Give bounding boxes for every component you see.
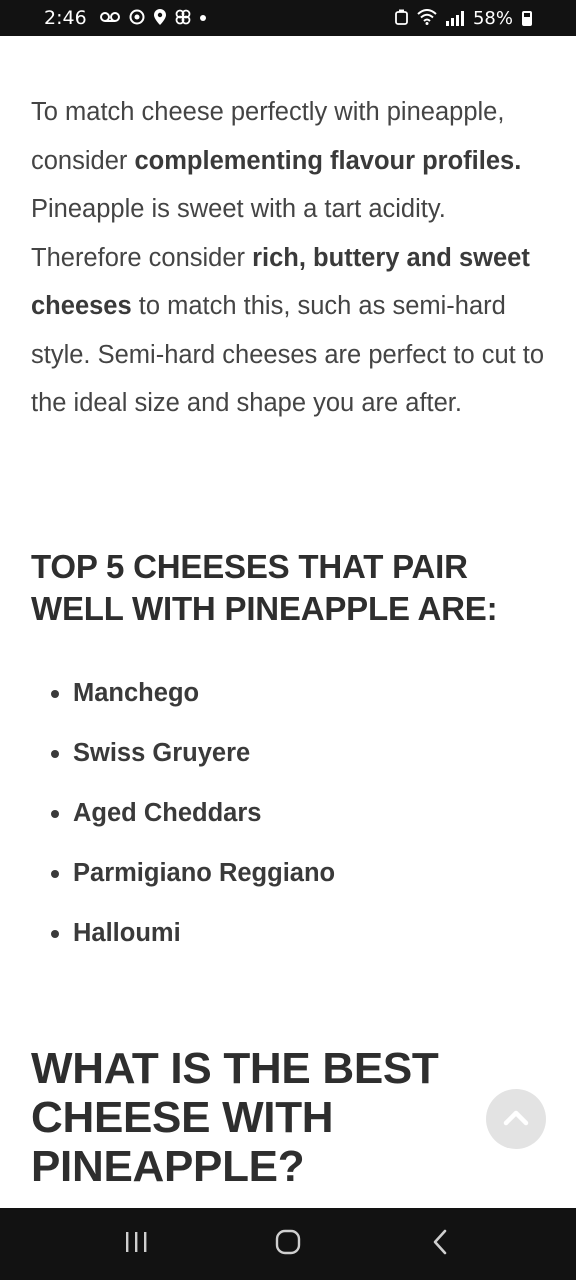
top5-heading: TOP 5 CHEESES THAT PAIR WELL WITH PINEAP… [31,548,498,627]
wifi-icon [417,8,437,28]
article-content: To match cheese perfectly with pineapple… [0,36,576,1208]
status-time: 2:46 [44,7,87,29]
bullet-icon [51,870,59,878]
home-icon [275,1229,301,1260]
sync-icon [129,9,145,28]
voicemail-icon [99,11,120,26]
bullet-icon [51,690,59,698]
fan-icon [175,9,191,28]
list-item: Aged Cheddars [31,792,335,852]
list-item: Manchego [31,672,335,732]
recent-apps-button[interactable] [106,1214,166,1274]
bullet-icon [51,810,59,818]
cheese-name: Aged Cheddars [73,799,262,827]
back-icon [432,1229,448,1260]
home-button[interactable] [258,1214,318,1274]
bullet-icon [51,750,59,758]
list-item: Halloumi [31,912,335,972]
cheese-name: Manchego [73,679,200,707]
intro-paragraph: To match cheese perfectly with pineapple… [31,88,551,428]
scroll-to-top-button[interactable] [486,1089,546,1149]
list-item: Swiss Gruyere [31,732,335,792]
system-nav-bar [0,1208,576,1280]
bullet-icon [51,930,59,938]
notification-dot [199,15,206,21]
list-item: Parmigiano Reggiano [31,852,335,912]
status-left: 2:46 [44,7,206,29]
status-bar: 2:46 58% [0,0,576,36]
cheese-name: Parmigiano Reggiano [73,859,336,887]
recent-apps-icon [124,1231,148,1258]
battery-icon [522,10,532,26]
cheese-list: Manchego Swiss Gruyere Aged Cheddars Par… [31,672,335,972]
battery-percent: 58% [472,7,513,29]
alarm-icon [395,9,408,28]
cheese-name: Swiss Gruyere [73,739,251,767]
cheese-name: Halloumi [73,919,181,947]
back-button[interactable] [410,1214,470,1274]
chevron-up-icon [503,1108,529,1131]
status-right: 58% [395,8,532,29]
best-cheese-heading: WHAT IS THE BEST CHEESE WITH PINEAPPLE? [31,1044,439,1191]
intro-bold-1: complementing flavour profiles. [134,146,522,175]
signal-icon [445,10,464,26]
location-icon [153,8,166,28]
